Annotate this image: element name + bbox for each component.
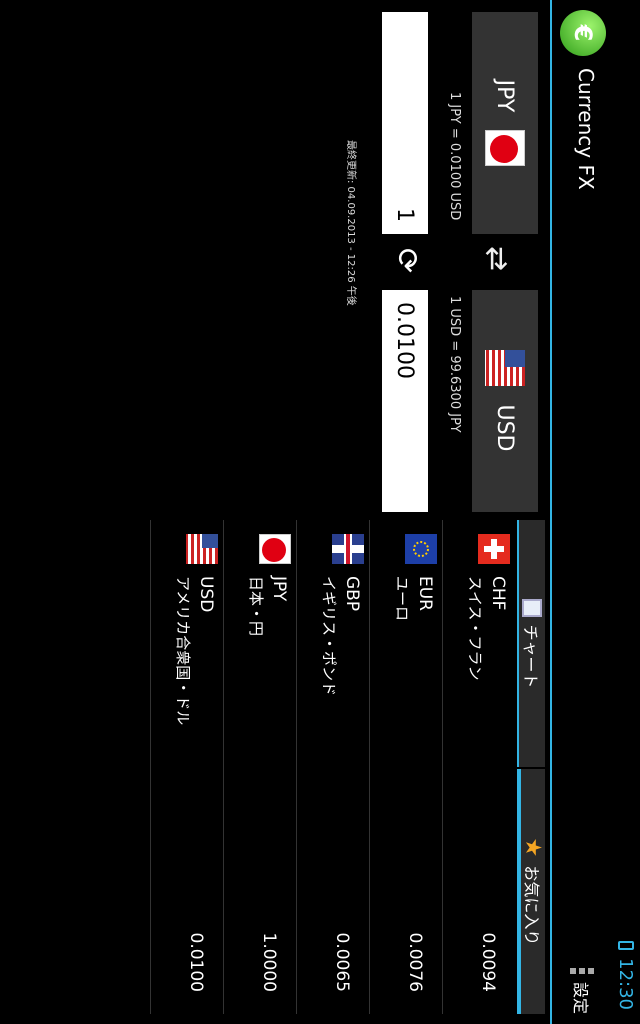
last-updated-text: 最終更新: 04.09.2013 - 12:26 午後 [345,140,356,306]
list-item[interactable]: JPY 日本・円 1.0000 [223,520,295,1014]
uk-flag-icon [332,534,364,564]
currency-value: 0.0076 [405,932,425,992]
currency-value: 1.0000 [259,932,279,992]
overflow-menu-icon [570,967,594,974]
usa-flag-icon [485,350,525,387]
currency-value: 0.0100 [186,932,206,992]
swap-currencies-icon[interactable]: ⇄ [479,246,514,271]
usa-flag-icon [186,534,218,564]
currency-code: EUR [415,576,435,611]
list-item[interactable]: GBP イギリス・ポンド 0.0065 [296,520,368,1014]
tab-favorites[interactable]: ★ お気に入り [517,769,546,1014]
app-title: Currency FX [574,68,598,190]
app-logo-icon: € [560,10,606,56]
currency-value: 0.0065 [332,932,352,992]
currency-name: 日本・円 [247,576,265,637]
list-item[interactable]: CHF スイス・フラン 0.0094 [442,520,514,1014]
settings-label: 設定 [571,981,590,1014]
switzerland-flag-icon [478,534,510,564]
currency-name: アメリカ合衆国・ドル [174,576,192,726]
japan-flag-icon [485,130,525,167]
star-icon: ★ [520,837,546,858]
app-screen: 12:30 € Currency FX 設定 JPY ⇄ USD 1 JPY =… [0,0,640,1024]
to-amount-field[interactable]: 0.0100 [382,290,428,512]
list-item[interactable]: USD アメリカ合衆国・ドル 0.0100 [150,520,222,1014]
chart-icon [522,598,542,617]
settings-button[interactable]: 設定 [564,967,600,1014]
status-bar: 12:30 [612,0,640,1024]
status-time: 12:30 [615,958,637,1010]
tab-chart[interactable]: チャート [517,520,545,767]
to-currency-code: USD [492,404,518,452]
eu-flag-icon [405,534,437,564]
currency-code: CHF [488,576,508,611]
refresh-icon[interactable]: ⟳ [389,248,424,273]
to-rate-text: 1 USD = 99.6300 JPY [447,296,462,433]
currency-value: 0.0094 [478,932,498,992]
battery-icon [618,941,634,951]
tab-favorites-label: お気に入り [522,865,541,946]
currency-code: JPY [269,576,289,602]
currency-name: ユーロ [393,576,411,622]
to-currency-button[interactable]: USD [472,290,538,512]
from-currency-button[interactable]: JPY [472,12,538,234]
currency-code: GBP [342,576,362,612]
currency-name: イギリス・ポンド [320,576,338,697]
from-rate-text: 1 JPY = 0.0100 USD [447,92,462,221]
from-amount-field[interactable]: 1 [382,12,428,234]
action-bar: € Currency FX 設定 [550,0,612,1024]
japan-flag-icon [259,534,291,564]
currency-name: スイス・フラン [466,576,484,681]
tab-chart-label: チャート [521,624,540,689]
from-currency-code: JPY [492,79,518,113]
currency-code: USD [196,576,216,613]
list-item[interactable]: EUR ユーロ 0.0076 [369,520,441,1014]
